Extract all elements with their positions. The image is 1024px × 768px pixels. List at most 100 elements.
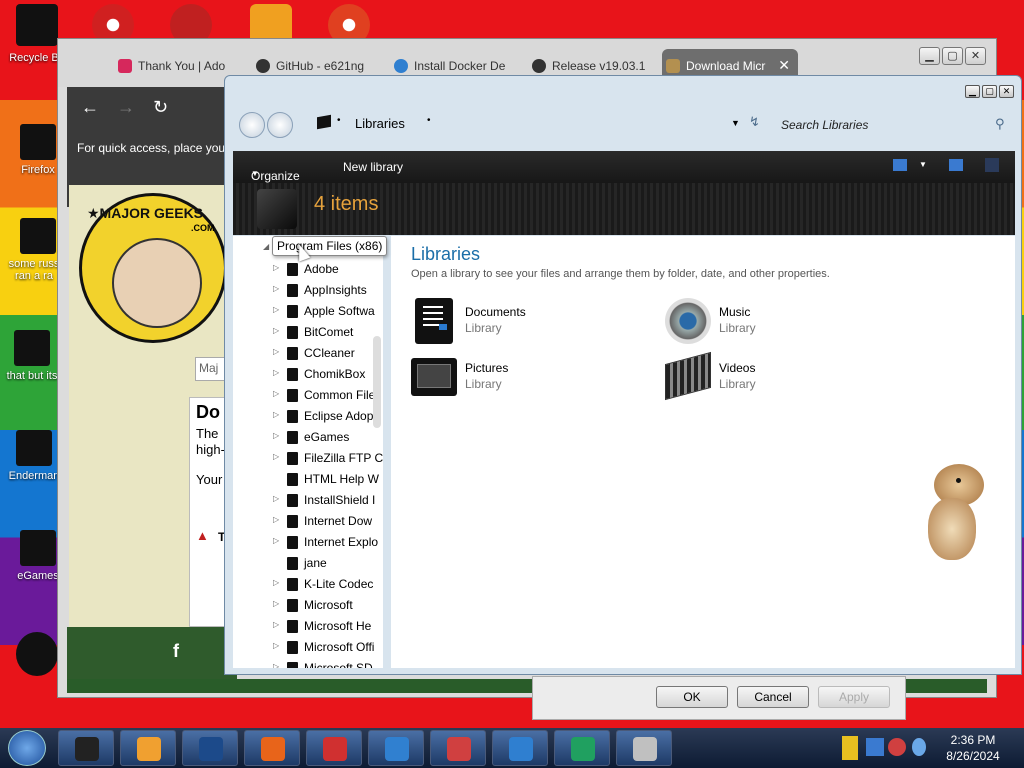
breadcrumb[interactable]: Libraries: [355, 116, 405, 131]
taskbar-button[interactable]: [58, 730, 114, 766]
tree-item[interactable]: ▷ FileZilla FTP C: [233, 448, 383, 469]
expand-arrow-icon[interactable]: ▷: [273, 263, 279, 272]
library-videos[interactable]: Videos Library: [665, 351, 895, 404]
address-dropdown-icon[interactable]: ▼: [731, 118, 740, 128]
show-hidden-icons-icon[interactable]: [842, 736, 858, 760]
tree-item[interactable]: ▷ Adobe: [233, 259, 383, 280]
explorer-window[interactable]: ▁ ▢ ✕ • Libraries • ▼ ↯ Search Libraries…: [224, 75, 1022, 675]
cancel-button[interactable]: Cancel: [737, 686, 809, 708]
tree-item[interactable]: jane: [233, 553, 383, 574]
close-button[interactable]: ✕: [999, 85, 1014, 98]
expand-arrow-icon[interactable]: ▷: [273, 410, 279, 419]
expanded-arrow-icon[interactable]: ◢: [263, 242, 269, 251]
tree-item[interactable]: ▷ AppInsights: [233, 280, 383, 301]
tree-item[interactable]: ▷ Apple Softwa: [233, 301, 383, 322]
taskbar-button[interactable]: [492, 730, 548, 766]
taskbar-button[interactable]: [120, 730, 176, 766]
tree-item[interactable]: ▷ Common File: [233, 385, 383, 406]
minimize-button[interactable]: ▁: [965, 85, 980, 98]
search-icon[interactable]: ⚲: [995, 116, 1005, 132]
desktop-icon-partial[interactable]: [16, 632, 58, 676]
maximize-button[interactable]: ▢: [942, 47, 963, 65]
tree-item[interactable]: ▷ Internet Explo: [233, 532, 383, 553]
tray-icon[interactable]: [866, 738, 884, 756]
help-icon[interactable]: [985, 158, 999, 172]
tree-item[interactable]: ▷ Microsoft He: [233, 616, 383, 637]
back-button[interactable]: [239, 112, 265, 138]
tooltip: Program Files (x86): [272, 236, 388, 256]
tree-item[interactable]: ▷ CCleaner: [233, 343, 383, 364]
tree-item[interactable]: ▷ K-Lite Codec: [233, 574, 383, 595]
network-icon[interactable]: [912, 738, 926, 756]
search-input[interactable]: Search Libraries: [771, 110, 1011, 138]
minimize-button[interactable]: ▁: [919, 47, 940, 65]
expand-arrow-icon[interactable]: ▷: [273, 284, 279, 293]
tree-item[interactable]: ▷ InstallShield I: [233, 490, 383, 511]
tree-item[interactable]: ▷ Eclipse Adopt: [233, 406, 383, 427]
tree-item[interactable]: ▷ ChomikBox: [233, 364, 383, 385]
expand-arrow-icon[interactable]: ▷: [273, 494, 279, 503]
navigation-scrollbar[interactable]: [373, 336, 381, 428]
taskbar-button[interactable]: [244, 730, 300, 766]
tray-icon[interactable]: [888, 738, 906, 756]
expand-arrow-icon[interactable]: ▷: [273, 326, 279, 335]
expand-arrow-icon[interactable]: ▷: [273, 389, 279, 398]
clock[interactable]: 2:36 PM 8/26/2024: [930, 732, 1016, 764]
tree-item-label: AppInsights: [304, 283, 367, 297]
navigation-pane[interactable]: ◢Program Files (x86)▷Adobe▷AppInsights▷A…: [233, 236, 383, 668]
taskbar-button[interactable]: [368, 730, 424, 766]
expand-arrow-icon[interactable]: ▷: [273, 578, 279, 587]
hamster-mascot[interactable]: [920, 462, 988, 564]
facebook-icon[interactable]: f: [173, 641, 179, 662]
taskbar-button[interactable]: [616, 730, 672, 766]
tree-item[interactable]: ▷ Internet Dow: [233, 511, 383, 532]
expand-arrow-icon[interactable]: ▷: [273, 368, 279, 377]
tree-item[interactable]: ▷ Microsoft SD: [233, 658, 383, 668]
tree-item[interactable]: HTML Help W: [233, 469, 383, 490]
taskbar-button[interactable]: [430, 730, 486, 766]
expand-arrow-icon[interactable]: ▷: [273, 305, 279, 314]
tree-item[interactable]: ▷ BitComet: [233, 322, 383, 343]
expand-arrow-icon[interactable]: ▷: [273, 431, 279, 440]
chevron-down-icon[interactable]: ▼: [919, 160, 927, 169]
taskbar-button[interactable]: [182, 730, 238, 766]
web-page: ★MAJOR GEEKS .COM Maj Do The high- Your …: [69, 185, 229, 627]
forward-button[interactable]: [267, 112, 293, 138]
expand-arrow-icon[interactable]: ▷: [273, 662, 279, 668]
close-tab-icon[interactable]: ✕: [778, 57, 790, 74]
file-icon: [16, 430, 52, 466]
tree-item[interactable]: ▷ eGames: [233, 427, 383, 448]
maximize-button[interactable]: ▢: [982, 85, 997, 98]
preview-pane-icon[interactable]: [949, 159, 963, 171]
library-pictures[interactable]: Pictures Library: [411, 354, 641, 404]
start-button[interactable]: [8, 730, 46, 766]
expand-arrow-icon[interactable]: ▷: [273, 599, 279, 608]
taskbar-button[interactable]: [554, 730, 610, 766]
view-options-icon[interactable]: [893, 159, 907, 171]
folder-icon: [287, 263, 298, 276]
forward-icon[interactable]: →: [117, 97, 135, 118]
library-documents[interactable]: Documents Library: [411, 298, 641, 348]
new-library-button[interactable]: New library: [343, 160, 403, 174]
expand-arrow-icon[interactable]: ▷: [273, 536, 279, 545]
refresh-icon[interactable]: ↯: [749, 114, 760, 130]
expand-arrow-icon[interactable]: ▷: [273, 641, 279, 650]
taskbar-button[interactable]: [306, 730, 362, 766]
tree-item[interactable]: ▷ Microsoft: [233, 595, 383, 616]
site-search-input[interactable]: Maj: [195, 357, 227, 381]
apply-button[interactable]: Apply: [818, 686, 890, 708]
close-button[interactable]: ✕: [965, 47, 986, 65]
expand-arrow-icon[interactable]: ▷: [273, 452, 279, 461]
breadcrumb-separator-icon[interactable]: •: [337, 115, 341, 126]
ok-button[interactable]: OK: [656, 686, 728, 708]
library-music[interactable]: Music Library: [665, 298, 895, 348]
recycle-bin-icon[interactable]: [16, 4, 58, 46]
expand-arrow-icon[interactable]: ▷: [273, 620, 279, 629]
expand-arrow-icon[interactable]: ▷: [273, 347, 279, 356]
back-icon[interactable]: ←: [81, 97, 99, 118]
expand-arrow-icon[interactable]: ▷: [273, 515, 279, 524]
warning-icon: ▲: [196, 528, 209, 543]
tree-item[interactable]: ▷ Microsoft Offi: [233, 637, 383, 658]
breadcrumb-separator-icon[interactable]: •: [427, 115, 431, 126]
reload-icon[interactable]: ↻: [153, 97, 168, 118]
